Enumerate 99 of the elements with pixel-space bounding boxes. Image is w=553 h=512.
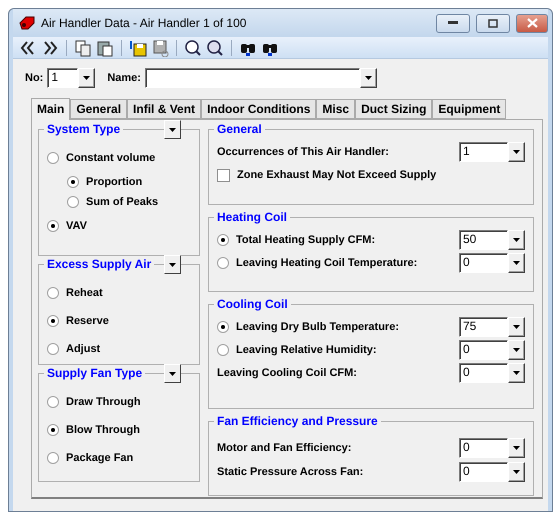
option-label: VAV [66, 220, 87, 232]
field-label: Name: [107, 72, 141, 84]
caret-icon [169, 372, 176, 376]
caret-icon [513, 150, 520, 154]
field-label: Motor and Fan Efficiency: [217, 442, 352, 454]
field-label: Leaving Cooling Coil CFM: [217, 367, 357, 379]
group-title: General [214, 122, 265, 136]
value-field[interactable]: 50 [459, 230, 508, 250]
radio-button[interactable] [47, 452, 59, 464]
value-field[interactable]: 75 [459, 316, 508, 336]
caret-icon [513, 238, 520, 242]
field-label: Static Pressure Across Fan: [217, 466, 364, 478]
dropdown-button[interactable] [508, 252, 525, 272]
close-button[interactable] [516, 14, 548, 32]
minimize-button[interactable] [436, 14, 470, 32]
zoom-icon[interactable] [184, 38, 202, 56]
option-label: Adjust [66, 343, 100, 355]
option-label: Leaving Dry Bulb Temperature: [236, 320, 399, 332]
tab[interactable]: Equipment [432, 99, 506, 119]
zoom-icon[interactable] [206, 38, 224, 56]
caret-icon [513, 371, 520, 375]
maximize-button[interactable] [476, 14, 510, 32]
group-title: Excess Supply Air [44, 257, 154, 271]
radio-button[interactable] [67, 196, 79, 208]
dropdown-button[interactable] [508, 230, 525, 250]
tab[interactable]: Main [31, 98, 70, 120]
radio-button[interactable] [47, 152, 59, 164]
caret-icon [513, 260, 520, 264]
group-title: Cooling Coil [214, 297, 291, 311]
paste-icon[interactable] [96, 38, 114, 56]
minimize-icon [448, 21, 458, 25]
window-title: Air Handler Data - Air Handler 1 of 100 [41, 16, 248, 30]
tab[interactable]: Infil & Vent [127, 99, 202, 119]
option-label: Total Heating Supply CFM: [236, 234, 376, 246]
save-icon[interactable] [129, 38, 147, 56]
radio-button[interactable] [217, 234, 229, 246]
group-title: Fan Efficiency and Pressure [214, 414, 381, 428]
dropdown-button[interactable] [508, 340, 525, 360]
dropdown-button[interactable] [164, 120, 181, 139]
option-label: Package Fan [66, 452, 134, 464]
dropdown-button[interactable] [508, 462, 525, 482]
option-label: Draw Through [66, 396, 141, 408]
copy-icon[interactable] [74, 38, 92, 56]
checkbox[interactable] [217, 168, 230, 182]
field-label: Occurrences of This Air Handler: [217, 146, 389, 158]
caret-icon [169, 262, 176, 266]
field-label: No: [25, 72, 44, 84]
radio-button[interactable] [47, 315, 59, 327]
dropdown-button[interactable] [508, 316, 525, 336]
value-field[interactable]: 0 [459, 438, 508, 458]
radio-button[interactable] [47, 424, 59, 436]
caret-icon [513, 470, 520, 474]
option-label: Leaving Heating Coil Temperature: [236, 256, 418, 268]
caret-icon [513, 324, 520, 328]
option-label: Blow Through [66, 424, 140, 436]
radio-button[interactable] [47, 220, 59, 232]
dropdown-button[interactable] [508, 142, 525, 162]
option-label: Proportion [86, 176, 142, 188]
value-field[interactable]: 0 [459, 252, 508, 272]
tab[interactable]: General [70, 99, 128, 119]
dropdown-button[interactable] [164, 364, 181, 383]
number-field[interactable]: 1 [47, 68, 78, 88]
tab[interactable]: Misc [316, 99, 356, 119]
radio-button[interactable] [47, 396, 59, 408]
group-title: System Type [44, 122, 124, 136]
close-icon [526, 18, 538, 28]
caret-icon [169, 128, 176, 132]
value-field[interactable]: 0 [459, 363, 508, 383]
option-label: Reserve [66, 315, 109, 327]
radio-button[interactable] [217, 320, 229, 332]
group-title: Heating Coil [214, 210, 290, 224]
tab[interactable]: Indoor Conditions [201, 99, 316, 119]
dropdown-button[interactable] [78, 68, 96, 88]
caret-icon [513, 446, 520, 450]
option-label: Leaving Relative Humidity: [236, 344, 377, 356]
radio-button[interactable] [67, 176, 79, 188]
caret-icon [83, 76, 90, 80]
dropdown-button[interactable] [508, 363, 525, 383]
radio-button[interactable] [217, 344, 229, 356]
value-field[interactable]: 1 [459, 142, 508, 162]
maximize-icon [488, 18, 498, 28]
value-field[interactable]: 0 [459, 340, 508, 360]
caret-icon [513, 348, 520, 352]
caret-icon [364, 76, 372, 80]
radio-button[interactable] [47, 343, 59, 355]
name-field[interactable] [144, 68, 360, 88]
dropdown-button[interactable] [508, 438, 525, 458]
save-icon[interactable] [151, 38, 169, 56]
option-label: Reheat [66, 287, 103, 299]
option-label: Sum of Peaks [86, 196, 158, 208]
radio-button[interactable] [47, 287, 59, 299]
value-field[interactable]: 0 [459, 462, 508, 482]
dropdown-button[interactable] [360, 68, 377, 88]
dropdown-button[interactable] [164, 255, 181, 274]
radio-button[interactable] [217, 256, 229, 268]
option-label: Constant volume [66, 152, 156, 164]
checkbox-label: Zone Exhaust May Not Exceed Supply [237, 169, 436, 181]
group-title: Supply Fan Type [44, 366, 146, 380]
tab[interactable]: Duct Sizing [355, 99, 432, 119]
